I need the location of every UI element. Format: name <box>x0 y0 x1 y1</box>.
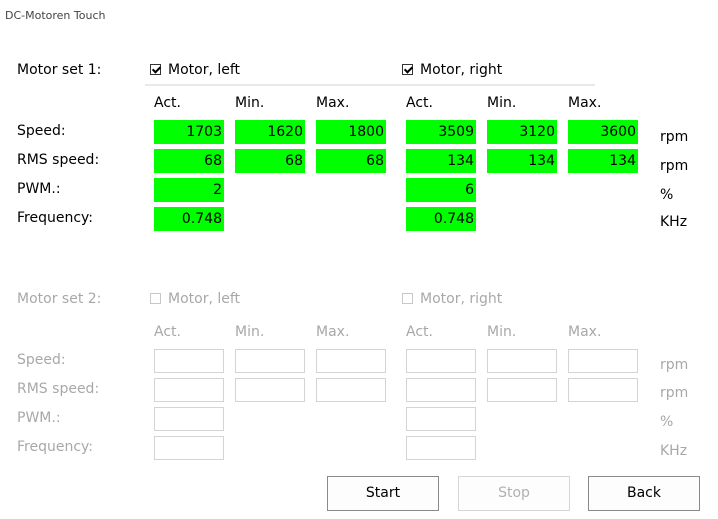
header-min-left-2: Min. <box>235 324 265 340</box>
main-panel: Motor set 1: Motor, left Motor, right Ac… <box>0 32 718 519</box>
motor-left-checkbox-1[interactable] <box>150 64 161 75</box>
row-pwm-label-2: PWM.: <box>17 410 61 426</box>
row-speed-label-1: Speed: <box>17 123 66 139</box>
right-rms-min-field: 134 <box>487 149 557 173</box>
row-rms-label-1: RMS speed: <box>17 152 100 168</box>
motor-right-label-2: Motor, right <box>420 291 503 307</box>
row-speed-label-2: Speed: <box>17 352 66 368</box>
start-button[interactable]: Start <box>327 476 439 511</box>
left-speed-min-field: 1620 <box>235 120 305 144</box>
title-bar: DC-Motoren Touch <box>0 0 718 33</box>
left-pwm-act-field-2 <box>154 407 224 431</box>
left-speed-max-field: 1800 <box>316 120 386 144</box>
left-frequency-act-field-2 <box>154 436 224 460</box>
right-rms-min-field-2 <box>487 378 557 402</box>
header-min-right-2: Min. <box>487 324 517 340</box>
motor-right-checkbox-1[interactable] <box>402 64 413 75</box>
left-pwm-act-field: 2 <box>154 178 224 202</box>
unit-rms-2: rpm <box>660 385 689 401</box>
left-speed-max-field-2 <box>316 349 386 373</box>
header-min-left-1: Min. <box>235 95 265 111</box>
row-rms-label-2: RMS speed: <box>17 381 100 397</box>
row-frequency-label-1: Frequency: <box>17 210 94 226</box>
motor-set-2-label: Motor set 2: <box>17 291 102 307</box>
right-rms-act-field-2 <box>406 378 476 402</box>
left-speed-act-field: 1703 <box>154 120 224 144</box>
header-max-left-1: Max. <box>316 95 350 111</box>
left-frequency-act-field: 0.748 <box>154 207 224 231</box>
unit-speed-2: rpm <box>660 357 689 373</box>
row-pwm-label-1: PWM.: <box>17 181 61 197</box>
right-frequency-act-field-2 <box>406 436 476 460</box>
header-act-left-1: Act. <box>154 95 181 111</box>
header-act-right-2: Act. <box>406 324 433 340</box>
right-pwm-act-field: 6 <box>406 178 476 202</box>
motor-left-label-1: Motor, left <box>168 62 241 78</box>
right-speed-act-field-2 <box>406 349 476 373</box>
left-rms-max-field-2 <box>316 378 386 402</box>
unit-pwm-2: % <box>660 414 674 430</box>
unit-rms-1: rpm <box>660 158 689 174</box>
header-max-right-2: Max. <box>568 324 602 340</box>
header-max-left-2: Max. <box>316 324 350 340</box>
right-speed-act-field: 3509 <box>406 120 476 144</box>
right-rms-act-field: 134 <box>406 149 476 173</box>
left-rms-min-field: 68 <box>235 149 305 173</box>
stop-button[interactable]: Stop <box>458 476 570 511</box>
row-frequency-label-2: Frequency: <box>17 439 94 455</box>
right-pwm-act-field-2 <box>406 407 476 431</box>
unit-frequency-2: KHz <box>660 443 688 459</box>
header-act-right-1: Act. <box>406 95 433 111</box>
right-speed-min-field-2 <box>487 349 557 373</box>
right-speed-max-field: 3600 <box>568 120 638 144</box>
header-max-right-1: Max. <box>568 95 602 111</box>
header-act-left-2: Act. <box>154 324 181 340</box>
motor-right-checkbox-2[interactable] <box>402 293 413 304</box>
right-speed-max-field-2 <box>568 349 638 373</box>
left-rms-act-field: 68 <box>154 149 224 173</box>
left-rms-max-field: 68 <box>316 149 386 173</box>
back-button[interactable]: Back <box>588 476 700 511</box>
left-speed-min-field-2 <box>235 349 305 373</box>
unit-frequency-1: KHz <box>660 214 688 230</box>
window-title: DC-Motoren Touch <box>5 9 106 22</box>
right-frequency-act-field: 0.748 <box>406 207 476 231</box>
motor-left-checkbox-2[interactable] <box>150 293 161 304</box>
motor-right-label-1: Motor, right <box>420 62 503 78</box>
right-rms-max-field-2 <box>568 378 638 402</box>
motor-set-1-label: Motor set 1: <box>17 62 102 78</box>
left-rms-min-field-2 <box>235 378 305 402</box>
right-speed-min-field: 3120 <box>487 120 557 144</box>
set-1-divider <box>145 84 595 86</box>
left-speed-act-field-2 <box>154 349 224 373</box>
right-rms-max-field: 134 <box>568 149 638 173</box>
left-rms-act-field-2 <box>154 378 224 402</box>
motor-left-label-2: Motor, left <box>168 291 241 307</box>
unit-pwm-1: % <box>660 187 674 203</box>
header-min-right-1: Min. <box>487 95 517 111</box>
unit-speed-1: rpm <box>660 129 689 145</box>
